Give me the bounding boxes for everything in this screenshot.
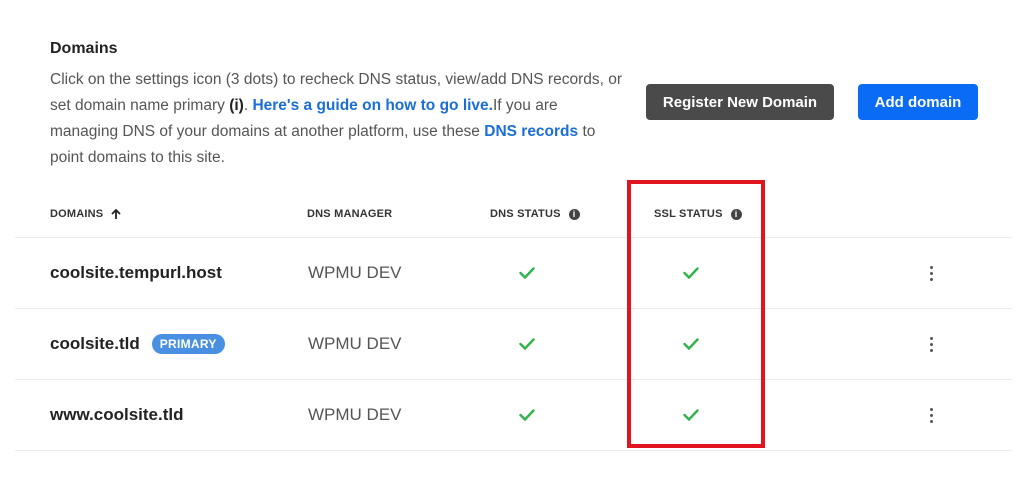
column-label: DNS MANAGER [307, 208, 393, 220]
column-label: DNS STATUS [490, 208, 561, 220]
column-header-ssl-status: SSL STATUS i [654, 208, 742, 220]
info-marker: (i) [229, 97, 244, 114]
domain-cell: www.coolsite.tld [50, 380, 184, 450]
check-icon [515, 309, 539, 379]
table-row: www.coolsite.tld WPMU DEV [0, 380, 1024, 450]
page-title: Domains [50, 40, 118, 57]
domains-description: Click on the settings icon (3 dots) to r… [50, 67, 625, 171]
column-header-dns-manager: DNS MANAGER [307, 208, 392, 220]
check-icon [679, 309, 703, 379]
column-header-dns-status: DNS STATUS i [490, 208, 580, 220]
dns-manager-cell: WPMU DEV [308, 405, 402, 424]
column-header-domains[interactable]: DOMAINS [50, 208, 121, 220]
domain-name: coolsite.tempurl.host [50, 263, 222, 282]
info-icon[interactable]: i [568, 208, 580, 220]
add-domain-button[interactable]: Add domain [858, 84, 978, 120]
check-icon [679, 380, 703, 450]
dns-manager-cell: WPMU DEV [308, 263, 402, 282]
table-row: coolsite.tempurl.host WPMU DEV [0, 238, 1024, 308]
dns-records-link[interactable]: DNS records [484, 123, 578, 140]
divider [15, 450, 1012, 451]
check-icon [515, 380, 539, 450]
table-row: coolsite.tld PRIMARY WPMU DEV [0, 309, 1024, 379]
domain-name: coolsite.tld [50, 334, 140, 353]
more-vertical-icon[interactable] [921, 238, 941, 308]
column-label: DOMAINS [50, 208, 104, 220]
check-icon [679, 238, 703, 308]
arrow-up-icon[interactable] [111, 208, 121, 220]
more-vertical-icon[interactable] [921, 309, 941, 379]
primary-badge: PRIMARY [151, 334, 225, 354]
dns-manager-cell: WPMU DEV [308, 334, 402, 353]
domain-cell: coolsite.tempurl.host [50, 238, 222, 308]
register-new-domain-button[interactable]: Register New Domain [646, 84, 834, 120]
domain-name: www.coolsite.tld [50, 405, 184, 424]
go-live-guide-link[interactable]: Here's a guide on how to go live. [252, 97, 493, 114]
check-icon [515, 238, 539, 308]
info-icon[interactable]: i [730, 208, 742, 220]
more-vertical-icon[interactable] [921, 380, 941, 450]
domain-cell: coolsite.tld PRIMARY [50, 309, 225, 379]
column-label: SSL STATUS [654, 208, 723, 220]
